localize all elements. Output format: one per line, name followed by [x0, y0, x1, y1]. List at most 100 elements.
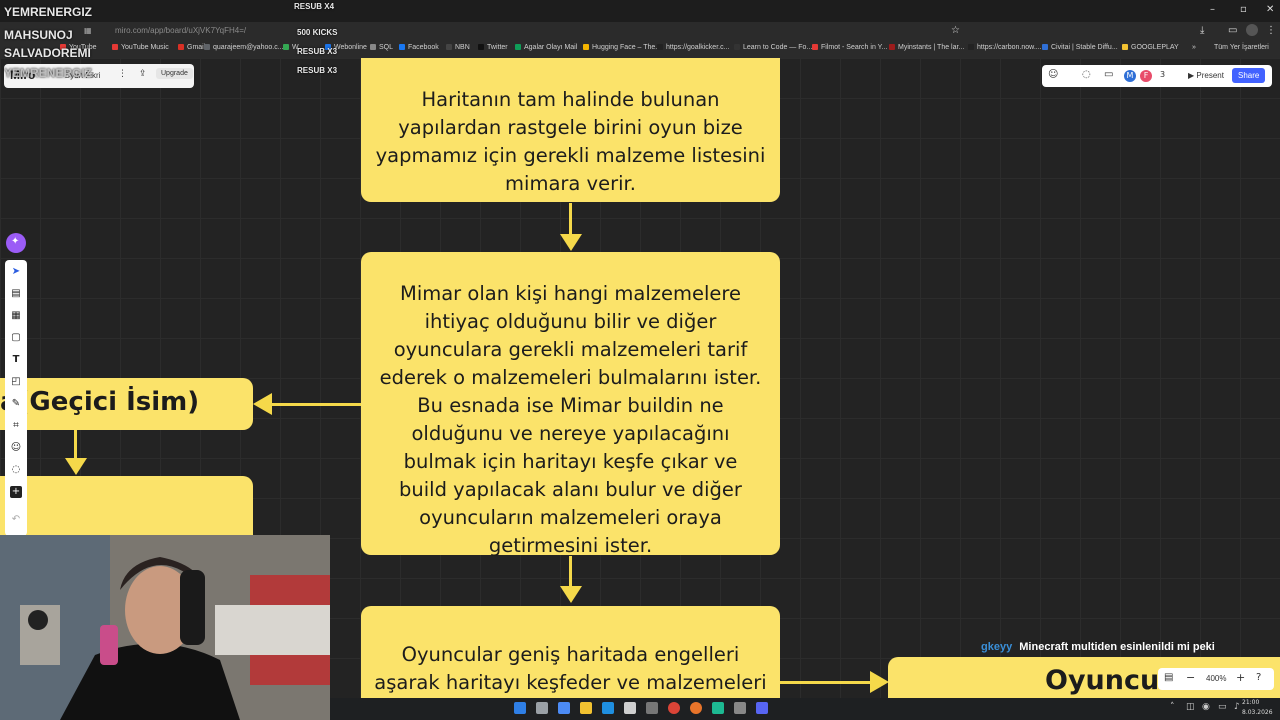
bookmark-favicon-icon — [1042, 44, 1048, 50]
bookmark-item[interactable]: Learn to Code — Fo... — [734, 44, 812, 51]
emoji-icon[interactable]: ☺ — [10, 442, 22, 454]
video-icon[interactable]: ▭ — [1104, 69, 1113, 80]
bookmark-item[interactable]: Gmail — [178, 44, 205, 51]
maximize-icon[interactable]: ▫ — [1240, 4, 1247, 15]
bookmark-item[interactable]: Hugging Face – The... — [583, 44, 661, 51]
app-icon[interactable] — [646, 702, 658, 714]
connector-line[interactable] — [569, 203, 572, 237]
bookmark-label: Civitai | Stable Diffu... — [1051, 44, 1118, 51]
arrow-head — [560, 234, 582, 251]
profile-avatar[interactable] — [1246, 24, 1258, 36]
bookmark-item[interactable]: https://goalkicker.c... — [657, 44, 729, 51]
flow-card-left-lower[interactable] — [0, 476, 253, 535]
pen-icon[interactable]: ✎ — [10, 398, 22, 410]
tray-icon[interactable]: ◫ — [1186, 702, 1195, 712]
address-bar: ▦ miro.com/app/board/uXjVK7YqFH4=/ ☆ ⤓ ▭… — [0, 22, 1280, 59]
taskbar: ˄ ◫ ◉ ▭ ♪ 21:00 8.03.2026 — [330, 698, 1280, 720]
avatar[interactable]: F — [1140, 70, 1152, 82]
minimize-icon[interactable]: – — [1210, 4, 1215, 15]
avatar[interactable]: M — [1124, 70, 1136, 82]
url-field[interactable]: miro.com/app/board/uXjVK7YqFH4=/ — [115, 26, 246, 35]
board-menu-icon[interactable]: ⋮ — [118, 69, 127, 79]
frame-icon[interactable]: ⌗ — [10, 420, 22, 432]
bookmark-item[interactable]: Filmot - Search in Y... — [812, 44, 887, 51]
sticky-note-icon[interactable]: ▢ — [10, 332, 22, 344]
menu-icon[interactable]: ⋮ — [1266, 25, 1276, 36]
discord-icon[interactable] — [756, 702, 768, 714]
app-icon[interactable] — [558, 702, 570, 714]
chrome-icon[interactable] — [668, 702, 680, 714]
all-bookmarks-button[interactable]: Tüm Yer İşaretleri — [1214, 44, 1269, 51]
bookmark-star-icon[interactable]: ☆ — [951, 25, 960, 36]
app-icon[interactable] — [734, 702, 746, 714]
export-icon[interactable]: ⇪ — [139, 69, 147, 79]
firefox-icon[interactable] — [690, 702, 702, 714]
connector-line[interactable] — [270, 403, 362, 406]
overlay-name: MAHSUNOJ — [4, 28, 73, 42]
bookmark-item[interactable]: quarajeem@yahoo.c... — [204, 44, 284, 51]
connector-line[interactable] — [569, 556, 572, 588]
select-icon[interactable]: ➤ — [10, 266, 22, 278]
bookmark-item[interactable]: Twitter — [478, 44, 508, 51]
network-icon[interactable]: ▭ — [1218, 702, 1227, 712]
shapes-icon[interactable]: ◰ — [10, 376, 22, 388]
tray-chevron-icon[interactable]: ˄ — [1170, 702, 1175, 712]
add-more-icon[interactable]: + — [10, 486, 22, 498]
store-icon[interactable] — [624, 702, 636, 714]
zoom-controls: ▤ − 400% + ? — [1158, 668, 1274, 690]
sidebar-icon[interactable]: ▭ — [1228, 25, 1237, 36]
flow-card-middle[interactable]: Mimar olan kişi hangi malzemelere ihtiya… — [361, 252, 780, 557]
text-icon[interactable]: T — [10, 354, 22, 366]
bookmark-item[interactable]: Facebook — [399, 44, 439, 51]
card-text: Mimar olan kişi hangi malzemelere ihtiya… — [379, 282, 762, 557]
bookmark-item[interactable]: NBN — [446, 44, 470, 51]
bookmark-label: https://carbon.now.... — [977, 44, 1042, 51]
zoom-out-icon[interactable]: − — [1186, 671, 1195, 684]
chat-text: Minecraft multiden esinlenildi mi peki — [1019, 641, 1215, 653]
ai-sparkle-button[interactable]: ✦ — [6, 233, 26, 253]
present-button[interactable]: ▶ Present — [1188, 71, 1224, 80]
more-bookmarks-button[interactable]: » — [1192, 44, 1196, 51]
app-icon[interactable] — [712, 702, 724, 714]
templates-icon[interactable]: ▤ — [10, 288, 22, 300]
start-icon[interactable] — [514, 702, 526, 714]
table-icon[interactable]: ▦ — [10, 310, 22, 322]
connector-line[interactable] — [780, 681, 872, 684]
clock-time[interactable]: 21:00 — [1242, 699, 1259, 706]
participant-count[interactable]: 3 — [1160, 70, 1165, 79]
zoom-level[interactable]: 400% — [1206, 674, 1226, 683]
flow-card-left[interactable]: a(Geçici İsim) — [0, 378, 253, 430]
bookmark-item[interactable]: YouTube Music — [112, 44, 169, 51]
bookmark-item[interactable]: Civitai | Stable Diffu... — [1042, 44, 1118, 51]
connector-line[interactable] — [74, 430, 77, 460]
bookmark-item[interactable]: SQL — [370, 44, 393, 51]
zoom-in-icon[interactable]: + — [1236, 671, 1245, 684]
comment-icon[interactable]: ◌ — [1082, 69, 1091, 80]
volume-icon[interactable]: ♪ — [1234, 702, 1240, 712]
reactions-icon[interactable]: ☺ — [1048, 69, 1058, 80]
file-explorer-icon[interactable] — [580, 702, 592, 714]
upgrade-button[interactable]: Upgrade — [156, 68, 193, 79]
bookmark-item[interactable]: https://carbon.now.... — [968, 44, 1042, 51]
bookmark-item[interactable]: GOOGLEPLAY — [1122, 44, 1179, 51]
overlay-alert: RESUB X3 — [297, 66, 338, 75]
clock-date[interactable]: 8.03.2026 — [1242, 709, 1273, 716]
flow-card-bottom[interactable]: Oyuncular geniş haritada engelleri aşara… — [361, 606, 780, 698]
arrow-head — [560, 586, 582, 603]
edge-icon[interactable] — [602, 702, 614, 714]
flow-card-top[interactable]: Haritanın tam halinde bulunan yapılardan… — [361, 58, 780, 202]
bookmark-item[interactable]: Myinstants | The lar... — [889, 44, 964, 51]
minimap-icon[interactable]: ▤ — [1164, 672, 1173, 683]
undo-icon[interactable]: ↶ — [10, 514, 22, 526]
task-view-icon[interactable] — [536, 702, 548, 714]
card-title: a(Geçici İsim) — [0, 387, 200, 417]
comment-icon[interactable]: ◌ — [10, 464, 22, 476]
tray-icon[interactable]: ◉ — [1202, 702, 1210, 712]
share-button[interactable]: Share — [1232, 68, 1266, 83]
help-icon[interactable]: ? — [1256, 672, 1261, 683]
bookmark-item[interactable]: Agalar Olayı Mail — [515, 44, 577, 51]
tab-list-icon[interactable]: ▦ — [84, 26, 92, 35]
bookmark-favicon-icon — [178, 44, 184, 50]
close-icon[interactable]: ✕ — [1266, 4, 1274, 15]
download-icon[interactable]: ⤓ — [1200, 25, 1204, 36]
